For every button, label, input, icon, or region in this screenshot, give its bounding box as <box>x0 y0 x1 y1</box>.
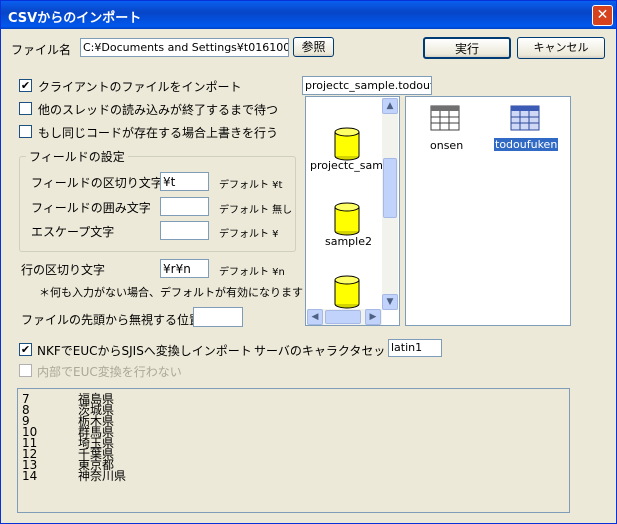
arrow-left-icon: ◀ <box>311 312 319 322</box>
target-path-field: projectc_sample.todoufu <box>302 76 432 95</box>
scroll-up-button[interactable]: ▲ <box>382 98 398 114</box>
charset-field[interactable]: latin1 <box>388 339 442 357</box>
import-dialog: CSVからのインポート ✕ ファイル名 C:¥Documents and Set… <box>0 0 617 524</box>
field-separator-input[interactable]: ¥t <box>160 172 209 191</box>
enclosure-input[interactable] <box>160 197 209 216</box>
log-row: 14 神奈川県 <box>22 470 126 482</box>
wait-threads-checkbox[interactable] <box>19 102 32 115</box>
escape-label: エスケープ文字 <box>31 225 115 239</box>
database-icon <box>334 275 360 309</box>
scroll-right-button[interactable]: ▶ <box>365 309 381 325</box>
arrow-down-icon: ▼ <box>386 297 394 307</box>
line-separator-default: デフォルト ¥n <box>219 267 285 278</box>
check-icon: ✔ <box>20 343 31 356</box>
scroll-left-button[interactable]: ◀ <box>307 309 323 325</box>
table-icon <box>510 105 540 131</box>
escape-input[interactable] <box>160 221 209 240</box>
overwrite-checkbox[interactable] <box>19 125 32 138</box>
close-button[interactable]: ✕ <box>592 5 613 26</box>
file-label: ファイル名 <box>11 43 72 57</box>
scroll-thumb[interactable] <box>383 158 397 218</box>
database-item-label[interactable]: sample2 <box>325 235 372 248</box>
line-separator-label: 行の区切り文字 <box>21 263 106 277</box>
table-item-label[interactable]: onsen <box>430 139 463 152</box>
database-icon <box>334 202 360 236</box>
overwrite-label: もし同じコードが存在する場合上書きを行う <box>38 126 279 140</box>
field-separator-label: フィールドの区切り文字 <box>31 176 163 190</box>
skip-label: ファイルの先頭から無視する位置 <box>21 313 202 327</box>
field-separator-default: デフォルト ¥t <box>219 180 283 191</box>
database-item-label[interactable]: projectc_sam.. <box>310 159 390 172</box>
close-icon: ✕ <box>596 7 609 23</box>
enclosure-default: デフォルト 無し <box>219 205 293 216</box>
cancel-button[interactable]: キャンセル <box>517 37 605 59</box>
enclosure-label: フィールドの囲み文字 <box>31 201 151 215</box>
execute-button[interactable]: 実行 <box>423 37 511 59</box>
scroll-down-button[interactable]: ▼ <box>382 294 398 310</box>
internal-euc-label: 内部でEUC変換を行わない <box>37 365 182 379</box>
nkf-label: NKFでEUCからSJISへ変換しインポート <box>37 344 252 358</box>
database-icon <box>334 127 360 161</box>
default-note: ＊何も入力がない場合、デフォルトが有効になります <box>39 286 303 299</box>
window-title: CSVからのインポート <box>8 11 142 26</box>
table-list[interactable]: onsen todoufuken <box>405 96 571 326</box>
arrow-right-icon: ▶ <box>369 312 377 322</box>
line-separator-input[interactable]: ¥r¥n <box>160 259 209 278</box>
internal-euc-checkbox[interactable] <box>19 364 32 377</box>
client-file-checkbox[interactable]: ✔ <box>19 79 32 92</box>
database-list[interactable]: projectc_sam.. sample2 ▲ ▼ ◀ ▶ <box>305 96 400 326</box>
table-item-selected-label[interactable]: todoufuken <box>494 138 559 151</box>
check-icon: ✔ <box>20 79 31 92</box>
browse-button[interactable]: 参照 <box>293 37 334 57</box>
log-code: 14 <box>22 469 38 483</box>
hscroll-thumb[interactable] <box>325 310 361 324</box>
arrow-up-icon: ▲ <box>386 101 394 111</box>
title-bar[interactable]: CSVからのインポート ✕ <box>1 1 616 29</box>
wait-threads-label: 他のスレッドの読み込みが終了するまで待つ <box>38 103 279 117</box>
field-settings-legend: フィールドの設定 <box>26 148 128 165</box>
log-name: 神奈川県 <box>78 469 127 483</box>
horizontal-scrollbar[interactable]: ◀ ▶ <box>307 309 382 325</box>
nkf-checkbox[interactable]: ✔ <box>19 343 32 356</box>
output-log[interactable]: 7 福島県 8 茨城県 9 栃木県 10 群馬県 11 埼玉県 12 千葉県 13 東京都 1… <box>17 388 570 513</box>
file-path-input[interactable]: C:¥Documents and Settings¥t0161005¥f <box>80 38 289 57</box>
table-icon <box>430 105 460 131</box>
escape-default: デフォルト ¥ <box>219 229 279 240</box>
client-file-label: クライアントのファイルをインポート <box>38 80 242 94</box>
charset-label: サーバのキャラクタセット <box>254 344 398 358</box>
skip-input[interactable] <box>193 307 243 327</box>
vertical-scrollbar[interactable]: ▲ ▼ <box>382 98 398 310</box>
